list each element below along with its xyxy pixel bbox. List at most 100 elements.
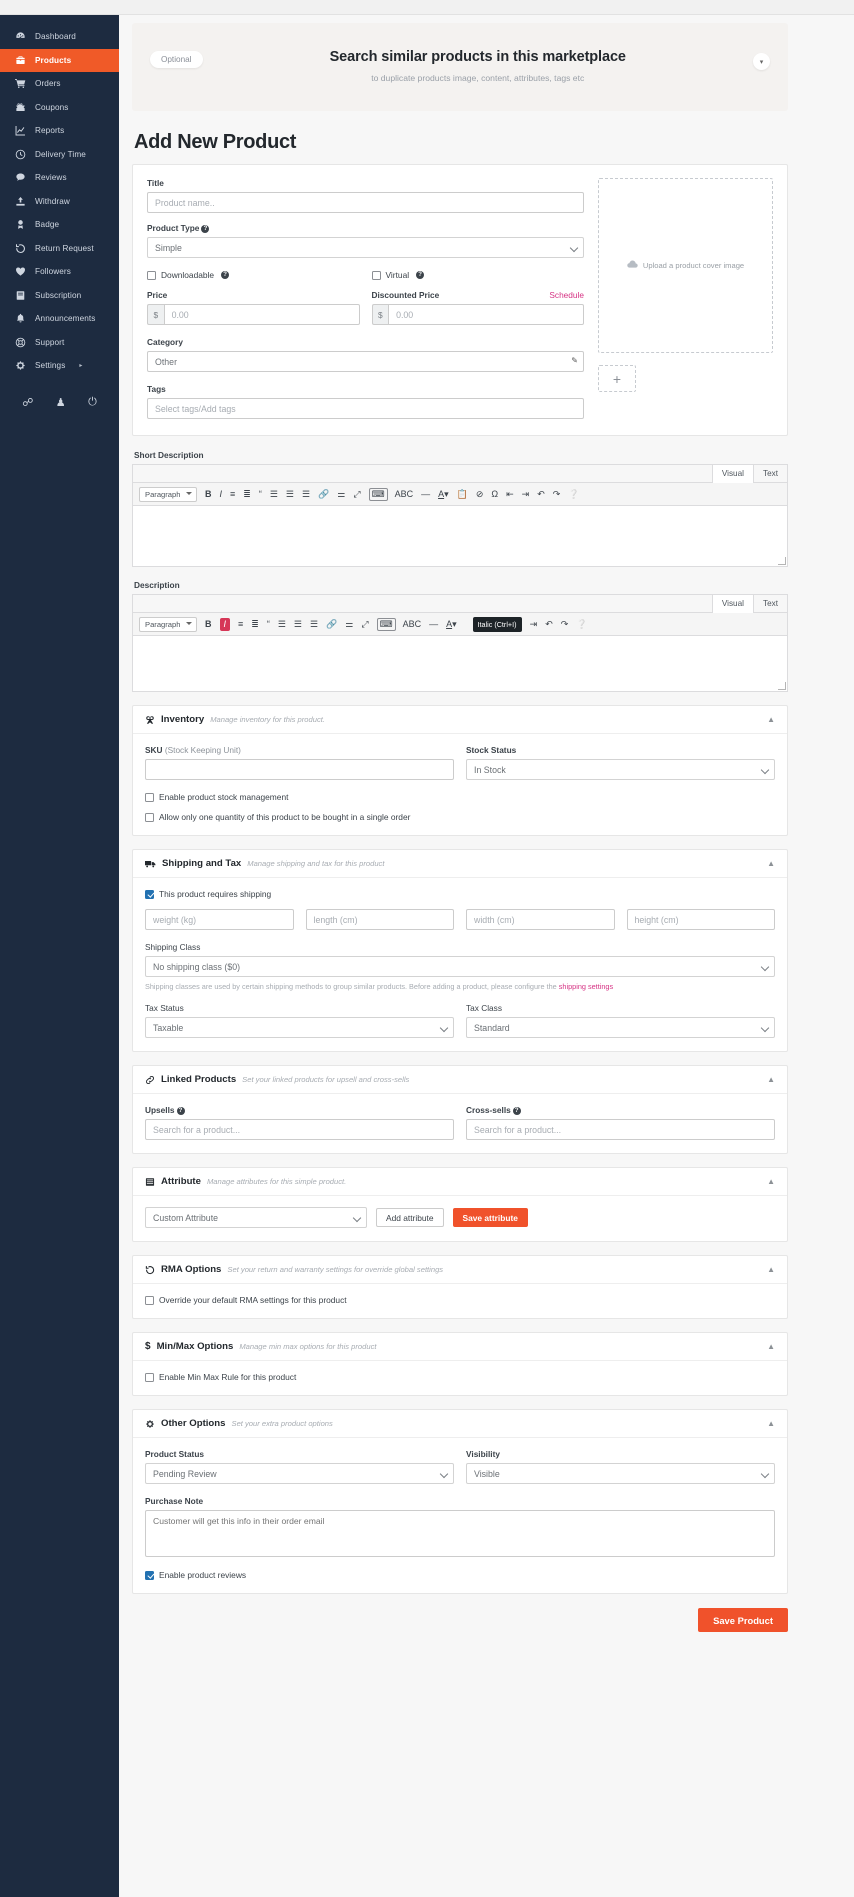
redo-button[interactable]: ↷ [561, 619, 569, 629]
text-color-button[interactable]: A ▾ [438, 489, 449, 499]
add-gallery-image-button[interactable]: + [598, 365, 636, 392]
chevron-up-icon[interactable]: ▲ [767, 715, 775, 724]
stock-status-select[interactable]: In Stock [466, 759, 775, 780]
keyboard-shortcuts-button[interactable]: ❔ [576, 619, 587, 629]
help-icon[interactable]: ? [201, 225, 210, 233]
clear-formatting-button[interactable]: ⊘ [476, 489, 484, 499]
tags-input[interactable] [147, 398, 584, 419]
user-icon[interactable]: ♟ [56, 396, 66, 409]
link-button[interactable]: 🔗 [326, 619, 337, 629]
sidebar-item-products[interactable]: Products [0, 48, 119, 72]
save-attribute-button[interactable]: Save attribute [452, 1208, 528, 1227]
bold-button[interactable]: B [205, 619, 212, 629]
tab-text[interactable]: Text [754, 465, 787, 482]
fullscreen-button[interactable]: ⤢ [361, 619, 368, 629]
tab-text[interactable]: Text [754, 595, 787, 612]
indent-button[interactable]: ⇥ [522, 489, 530, 499]
undo-button[interactable]: ↶ [545, 619, 553, 629]
read-more-button[interactable]: ⚌ [337, 489, 345, 499]
paste-text-button[interactable]: 📋 [457, 489, 468, 499]
schedule-link[interactable]: Schedule [549, 290, 584, 300]
chevron-up-icon[interactable]: ▲ [767, 1177, 775, 1186]
shipping-settings-link[interactable]: shipping settings [559, 982, 613, 991]
paragraph-format-select[interactable]: Paragraph [139, 486, 197, 502]
sidebar-item-reviews[interactable]: Reviews [0, 166, 119, 190]
redo-button[interactable]: ↷ [553, 489, 561, 499]
minmax-enable-checkbox[interactable] [145, 1372, 154, 1382]
help-icon[interactable]: ? [221, 271, 230, 279]
tax-class-select[interactable]: Standard [466, 1017, 775, 1038]
resize-handle-icon[interactable] [778, 557, 786, 565]
toolbar-toggle-button[interactable]: ⌨ [368, 487, 388, 501]
resize-handle-icon[interactable] [778, 682, 786, 690]
align-left-button[interactable]: ☰ [270, 489, 278, 499]
single-quantity-row[interactable]: Allow only one quantity of this product … [145, 812, 775, 822]
discounted-price-input[interactable] [388, 304, 584, 325]
rma-options-section-header[interactable]: RMA Options Set your return and warranty… [133, 1256, 787, 1284]
sidebar-item-reports[interactable]: Reports [0, 119, 119, 143]
crosssells-input[interactable] [466, 1119, 775, 1140]
title-input[interactable] [147, 192, 584, 213]
sidebar-item-subscription[interactable]: Subscription [0, 284, 119, 308]
power-icon[interactable]: ⏻ [88, 396, 97, 409]
special-character-button[interactable]: Ω [491, 489, 498, 499]
linked-products-section-header[interactable]: Linked Products Set your linked products… [133, 1066, 787, 1094]
save-product-button[interactable]: Save Product [698, 1608, 788, 1632]
downloadable-checkbox[interactable] [147, 270, 156, 280]
italic-button[interactable]: I [220, 489, 223, 499]
enable-reviews-checkbox[interactable] [145, 1570, 154, 1580]
align-center-button[interactable]: ☰ [286, 489, 294, 499]
other-options-section-header[interactable]: Other Options Set your extra product opt… [133, 1410, 787, 1438]
stock-management-checkbox[interactable] [145, 792, 154, 802]
outdent-button[interactable]: ⇤ [506, 489, 514, 499]
edit-pencil-icon[interactable]: ✎ [571, 356, 578, 365]
purchase-note-textarea[interactable] [145, 1510, 775, 1557]
chevron-up-icon[interactable]: ▲ [767, 1265, 775, 1274]
chevron-up-icon[interactable]: ▲ [767, 1419, 775, 1428]
numbered-list-button[interactable]: ≣ [243, 489, 251, 499]
chevron-down-icon[interactable]: ▾ [753, 53, 770, 70]
sidebar-item-dashboard[interactable]: Dashboard [0, 25, 119, 49]
sidebar-item-coupons[interactable]: Coupons [0, 96, 119, 120]
align-center-button[interactable]: ☰ [294, 619, 302, 629]
toolbar-toggle-button[interactable]: ⌨ [376, 617, 396, 631]
help-icon[interactable]: ? [176, 1107, 185, 1115]
horizontal-rule-button[interactable]: — [429, 619, 438, 629]
height-input[interactable] [626, 909, 775, 930]
product-status-select[interactable]: Pending Review [145, 1463, 454, 1484]
help-icon[interactable]: ? [416, 271, 425, 279]
bullet-list-button[interactable]: ≡ [230, 489, 235, 499]
link-button[interactable]: 🔗 [318, 489, 329, 499]
length-input[interactable] [305, 909, 454, 930]
requires-shipping-row[interactable]: This product requires shipping [145, 889, 775, 899]
requires-shipping-checkbox[interactable] [145, 889, 154, 899]
numbered-list-button[interactable]: ≣ [251, 619, 259, 629]
fullscreen-button[interactable]: ⤢ [353, 489, 360, 499]
italic-button[interactable]: I [219, 617, 231, 631]
category-input[interactable] [147, 351, 584, 372]
horizontal-rule-button[interactable]: — [421, 489, 430, 499]
bold-button[interactable]: B [205, 489, 212, 499]
product-type-select[interactable]: Simple [147, 237, 584, 258]
tax-status-select[interactable]: Taxable [145, 1017, 454, 1038]
external-link-icon[interactable]: ☍ [22, 396, 33, 409]
bullet-list-button[interactable]: ≡ [238, 619, 243, 629]
strikethrough-button[interactable]: ABC [403, 619, 422, 629]
read-more-button[interactable]: ⚌ [345, 619, 353, 629]
sidebar-item-support[interactable]: Support [0, 331, 119, 355]
visibility-select[interactable]: Visible [466, 1463, 775, 1484]
sidebar-item-announcements[interactable]: Announcements [0, 307, 119, 331]
minmax-options-section-header[interactable]: $ Min/Max Options Manage min max options… [133, 1333, 787, 1361]
rma-override-row[interactable]: Override your default RMA settings for t… [145, 1295, 775, 1305]
shipping-class-select[interactable]: No shipping class ($0) [145, 956, 775, 977]
description-textarea[interactable] [133, 636, 787, 691]
inventory-section-header[interactable]: Inventory Manage inventory for this prod… [133, 706, 787, 734]
indent-button[interactable]: ⇥ [530, 619, 538, 629]
tab-visual[interactable]: Visual [711, 595, 754, 613]
weight-input[interactable] [145, 909, 294, 930]
chevron-up-icon[interactable]: ▲ [767, 1342, 775, 1351]
add-attribute-button[interactable]: Add attribute [376, 1208, 444, 1227]
sidebar-item-orders[interactable]: Orders [0, 72, 119, 96]
align-left-button[interactable]: ☰ [278, 619, 286, 629]
stock-management-row[interactable]: Enable product stock management [145, 792, 775, 802]
